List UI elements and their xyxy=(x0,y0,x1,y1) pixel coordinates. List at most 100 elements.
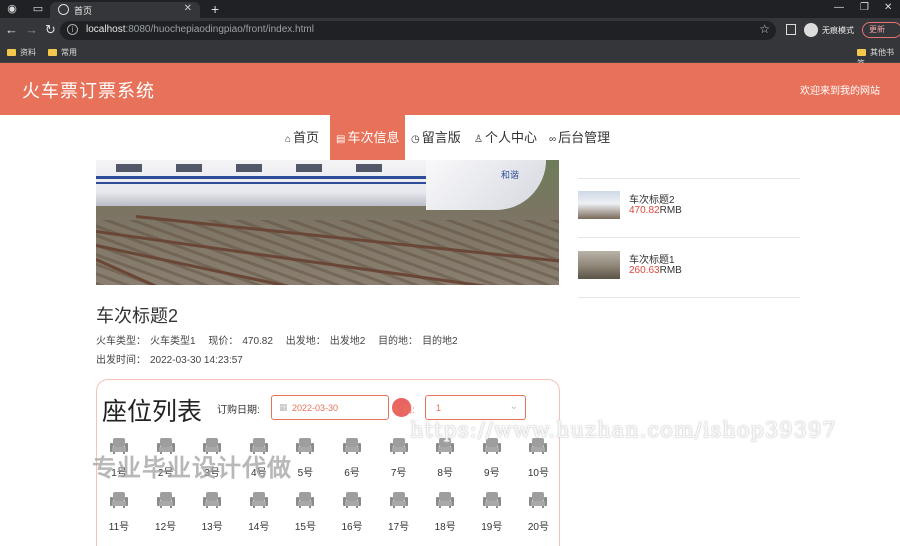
nav-item-profile[interactable]: ♙ 个人中心 xyxy=(468,115,543,160)
watermark-url: https://www.huzhan.com/ishop39397 xyxy=(410,418,837,442)
site-header: 火车票订票系统 欢迎来到我的网站 xyxy=(0,63,900,115)
seat-label: 17号 xyxy=(388,522,410,533)
bookmarks-bar: 资料 常用 其他书签 xyxy=(0,43,900,68)
seat-item[interactable]: 7号 xyxy=(384,438,414,480)
window-close-icon[interactable]: ✕ xyxy=(884,2,892,13)
chevron-down-icon: ⌄ xyxy=(509,401,518,412)
price-value: 470.82 xyxy=(242,336,273,347)
seat-label: 11号 xyxy=(108,522,130,533)
seat-item[interactable]: 17号 xyxy=(384,492,414,534)
seat-label: 6号 xyxy=(344,468,360,479)
order-date-label: 订购日期: xyxy=(217,405,260,416)
seat-item[interactable]: 8号 xyxy=(430,438,460,480)
minimize-icon[interactable]: — xyxy=(834,2,844,13)
divider xyxy=(578,178,800,179)
maximize-icon[interactable]: ❐ xyxy=(860,2,869,13)
incognito-avatar-icon[interactable] xyxy=(804,23,818,37)
sidebar-item-train2[interactable]: 车次标题2 470.82RMB xyxy=(578,191,800,231)
seat-item[interactable]: 5号 xyxy=(290,438,320,480)
clock-icon: ◷ xyxy=(411,134,420,145)
tab-search-icon[interactable]: ▭ xyxy=(32,3,44,15)
bookmark-folder-ziliao[interactable]: 资料 xyxy=(7,47,36,58)
train-nose xyxy=(426,160,546,210)
forward-icon[interactable]: → xyxy=(25,22,38,38)
address-url[interactable]: localhost:8080/huochepiaodingpiao/front/… xyxy=(86,24,314,35)
train-type-label: 火车类型： xyxy=(96,336,146,347)
seat-label: 9号 xyxy=(484,468,500,479)
seat-item[interactable]: 6号 xyxy=(337,438,367,480)
site-info-icon[interactable]: i xyxy=(67,24,78,35)
link-icon: ∞ xyxy=(549,134,557,145)
seat-label: 16号 xyxy=(341,522,363,533)
seat-item[interactable]: 10号 xyxy=(523,438,553,480)
sidebar-item-price: 260.63RMB xyxy=(629,265,682,276)
bookmark-folder-changyong[interactable]: 常用 xyxy=(48,47,77,58)
seat-item[interactable]: 12号 xyxy=(151,492,181,534)
nav-item-admin[interactable]: ∞ 后台管理 xyxy=(543,115,616,160)
train-photo: 和谐 xyxy=(96,160,559,285)
depart-time-row: 出发时间： 2022-03-30 14:23:57 xyxy=(96,351,247,366)
seat-label: 18号 xyxy=(434,522,456,533)
order-date-value[interactable]: 2022-03-30 xyxy=(292,403,338,413)
incognito-label[interactable]: 无痕模式 xyxy=(822,25,854,36)
user-icon: ♙ xyxy=(474,134,483,145)
seat-label: 20号 xyxy=(527,522,549,533)
reload-icon[interactable]: ↻ xyxy=(45,22,56,38)
nav-item-messages[interactable]: ◷ 留言版 xyxy=(405,115,467,160)
seat-label: 13号 xyxy=(201,522,223,533)
browser-menu-icon[interactable]: ◉ xyxy=(6,3,18,15)
nav-item-home[interactable]: ⌂ 首页 xyxy=(279,115,325,160)
train-thumbnail[interactable] xyxy=(578,191,620,219)
sidebar-item-price: 470.82RMB xyxy=(629,205,682,216)
browser-tab[interactable]: 首页 ✕ xyxy=(50,2,200,18)
seat-item[interactable]: 15号 xyxy=(290,492,320,534)
car-select[interactable]: 1 ⌄ xyxy=(425,395,526,420)
order-date-picker[interactable]: ▦ 2022-03-30 xyxy=(271,395,389,420)
seat-label: 19号 xyxy=(481,522,503,533)
address-toolbar: ← → ↻ i localhost:8080/huochepiaodingpia… xyxy=(0,18,900,43)
train-window xyxy=(116,164,142,172)
train-title: 车次标题2 xyxy=(96,306,179,326)
page-content: 和谐 车次标题2 470.82RMB 车次标题1 260.63RMB 车次标题2… xyxy=(0,160,900,546)
folder-icon xyxy=(7,49,16,56)
seat-item[interactable]: 9号 xyxy=(477,438,507,480)
divider xyxy=(578,297,800,298)
side-panel-icon[interactable] xyxy=(786,24,796,35)
update-button[interactable]: 更新 xyxy=(862,22,900,38)
train-type-value: 火车类型1 xyxy=(150,336,196,347)
seat-label: 15号 xyxy=(294,522,316,533)
train-window xyxy=(176,164,202,172)
address-bar[interactable]: i localhost:8080/huochepiaodingpiao/fron… xyxy=(60,21,776,40)
from-value: 出发地2 xyxy=(329,336,366,347)
close-icon[interactable]: ✕ xyxy=(184,3,192,14)
nav-item-trains[interactable]: ▤ 车次信息 xyxy=(330,115,406,160)
from-label: 出发地： xyxy=(285,336,326,347)
folder-icon xyxy=(48,49,57,56)
seat-item[interactable]: 18号 xyxy=(430,492,460,534)
to-label: 目的地： xyxy=(378,336,419,347)
car-select-value[interactable]: 1 xyxy=(436,403,441,413)
seat-item[interactable]: 14号 xyxy=(244,492,274,534)
calendar-icon: ▦ xyxy=(279,402,288,412)
sidebar-item-title[interactable]: 车次标题2 xyxy=(629,191,675,206)
browser-tab-title: 首页 xyxy=(74,6,93,16)
seat-label: 14号 xyxy=(248,522,270,533)
seat-item[interactable]: 16号 xyxy=(337,492,367,534)
sidebar-item-title[interactable]: 车次标题1 xyxy=(629,251,675,266)
back-icon[interactable]: ← xyxy=(5,22,18,38)
train-thumbnail[interactable] xyxy=(578,251,620,279)
seat-label: 7号 xyxy=(390,468,407,479)
seat-item[interactable]: 20号 xyxy=(523,492,553,534)
site-title: 火车票订票系统 xyxy=(22,81,155,101)
to-value: 目的地2 xyxy=(422,336,458,347)
seat-item[interactable]: 19号 xyxy=(477,492,507,534)
depart-time-value: 2022-03-30 14:23:57 xyxy=(150,355,243,366)
new-tab-icon[interactable]: + xyxy=(211,0,219,18)
bookmark-star-icon[interactable]: ☆ xyxy=(759,22,770,36)
train-window xyxy=(296,164,322,172)
train-window xyxy=(356,164,382,172)
sidebar-item-train1[interactable]: 车次标题1 260.63RMB xyxy=(578,251,800,291)
seat-item[interactable]: 13号 xyxy=(197,492,227,534)
seat-item[interactable]: 11号 xyxy=(104,492,134,534)
browser-tab-bar: ◉ ▭ 首页 ✕ + — ❐ ✕ xyxy=(0,0,900,18)
